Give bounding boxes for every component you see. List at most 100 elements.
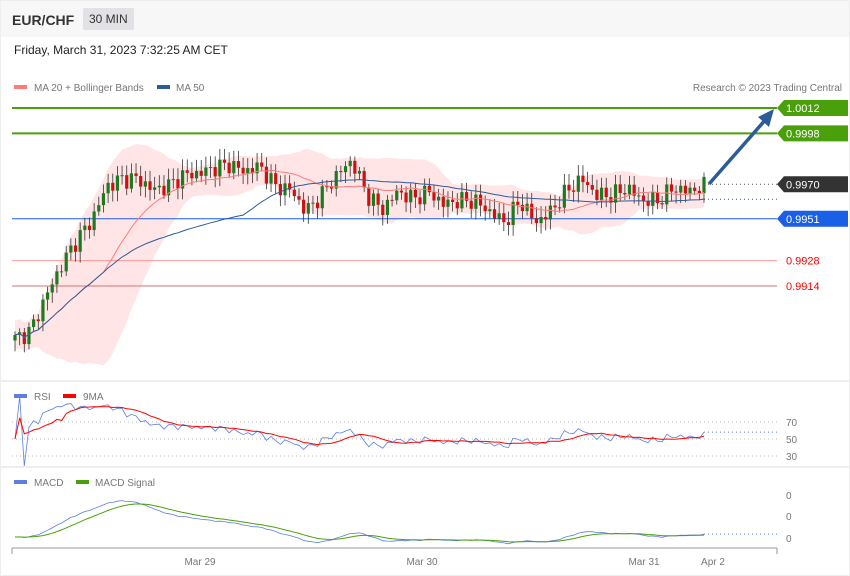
- rsi-level-50: 50: [786, 435, 798, 446]
- candle-body: [567, 184, 571, 191]
- candle-body: [222, 159, 227, 163]
- candle-body: [637, 195, 641, 197]
- candle-body: [455, 202, 459, 209]
- candle: [562, 173, 566, 214]
- candle-body: [520, 204, 525, 212]
- candle-body: [558, 207, 562, 209]
- candle-body: [64, 252, 68, 272]
- candle-body: [367, 187, 371, 206]
- candle-body: [627, 184, 632, 195]
- copyright: Research © 2023 Trading Central: [693, 83, 842, 94]
- candle-body: [516, 201, 520, 205]
- candle-body: [41, 299, 45, 322]
- candle-body: [92, 211, 96, 231]
- rsi-legend-swatch: [14, 394, 27, 398]
- candle-body: [302, 199, 306, 214]
- candle-body: [208, 167, 213, 169]
- forecast-arrow: [707, 116, 769, 186]
- x-label: Mar 29: [184, 557, 216, 568]
- candle-body: [260, 162, 264, 167]
- candle-body: [562, 184, 566, 208]
- candle-body: [534, 218, 539, 224]
- candle-body: [497, 213, 501, 219]
- candle-body: [32, 319, 36, 327]
- candle-body: [176, 179, 180, 189]
- candle-body: [418, 197, 422, 205]
- candle-body: [404, 192, 408, 203]
- candle-body: [688, 187, 692, 194]
- ma20-legend-label: MA 20 + Bollinger Bands: [34, 83, 144, 94]
- macd-signal-line: [15, 503, 705, 543]
- candle-body: [274, 173, 278, 185]
- candle-body: [702, 176, 706, 194]
- candle-body: [213, 167, 217, 177]
- candle-body: [36, 319, 40, 322]
- candle-body: [604, 187, 608, 198]
- candle-body: [423, 185, 427, 205]
- chart-canvas[interactable]: MA 20 + Bollinger Bands MA 50 Research ©…: [1, 1, 850, 576]
- level-label: 0.9951: [786, 214, 820, 226]
- candle-body: [371, 193, 376, 206]
- ma50-legend-swatch: [157, 85, 170, 89]
- candle-body: [446, 199, 450, 207]
- candle-body: [488, 209, 492, 212]
- candle-body: [460, 192, 464, 209]
- macd-legend-swatch: [14, 480, 27, 484]
- candle-body: [162, 185, 166, 196]
- candle-body: [492, 209, 497, 219]
- macd-level: 0: [786, 512, 792, 523]
- rsi-ma-legend-label: 9MA: [83, 392, 104, 403]
- candle-body: [199, 170, 203, 176]
- candle-body: [478, 194, 483, 206]
- candle-body: [73, 245, 78, 252]
- candle-body: [544, 216, 548, 220]
- candle-body: [390, 199, 394, 201]
- candle-body: [432, 192, 436, 201]
- candle-body: [399, 190, 403, 193]
- candle-body: [502, 213, 506, 223]
- candle-body: [204, 167, 208, 176]
- candle-body: [157, 185, 161, 188]
- level-label: 0.9970: [786, 179, 820, 191]
- rsi-level-30: 30: [786, 452, 798, 463]
- macd-level: 0: [786, 534, 792, 545]
- candle-body: [120, 175, 124, 177]
- rsi-level-70: 70: [786, 418, 798, 429]
- candle-body: [55, 271, 59, 285]
- candle-body: [190, 172, 194, 179]
- candle-body: [87, 225, 92, 231]
- candle-body: [101, 193, 106, 206]
- level-label: 0.9914: [786, 281, 820, 293]
- candle-body: [59, 271, 64, 273]
- candle-body: [69, 245, 73, 253]
- candle-body: [311, 202, 315, 204]
- candle-body: [232, 161, 236, 174]
- macd-level: 0: [786, 491, 792, 502]
- candle-body: [623, 192, 627, 195]
- candle-body: [278, 184, 282, 196]
- candle-body: [674, 191, 678, 193]
- candle-body: [246, 168, 250, 174]
- candle-body: [646, 201, 650, 206]
- candle-body: [45, 292, 50, 300]
- ma50-legend-label: MA 50: [176, 83, 205, 94]
- candle-body: [697, 190, 701, 194]
- candle-body: [339, 171, 343, 173]
- candle-body: [581, 175, 585, 183]
- candle-body: [106, 182, 110, 194]
- candle-body: [451, 199, 455, 203]
- candle-body: [381, 204, 385, 216]
- candle-body: [316, 202, 320, 209]
- level-label: 1.0012: [786, 103, 820, 115]
- macd-signal-legend-label: MACD Signal: [95, 478, 155, 489]
- candle-body: [320, 186, 324, 209]
- candle-body: [548, 205, 552, 220]
- candle-body: [586, 182, 590, 186]
- candle-body: [483, 205, 487, 212]
- candle-body: [576, 175, 580, 192]
- candle-body: [139, 175, 143, 187]
- candle-body: [241, 167, 245, 174]
- candle-body: [334, 171, 338, 189]
- candle-body: [362, 170, 366, 188]
- candle-body: [413, 189, 417, 198]
